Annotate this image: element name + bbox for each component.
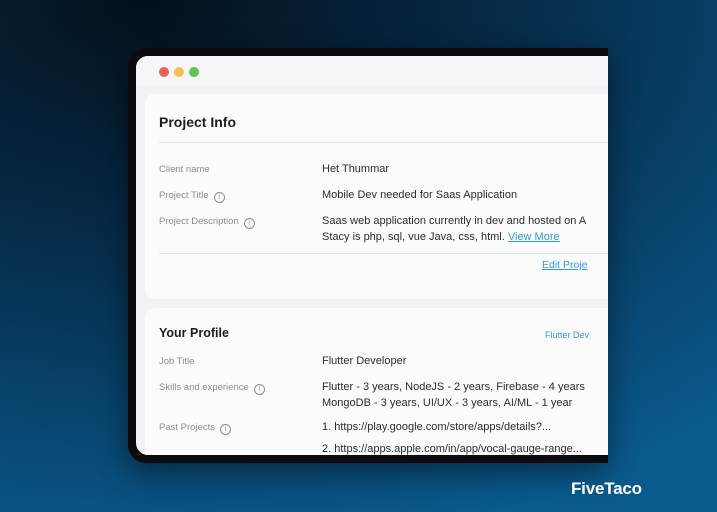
past-project-1[interactable]: 1. https://play.google.com/store/apps/de… (322, 419, 551, 435)
project-title-label: Project Title i (159, 190, 225, 203)
project-info-title: Project Info (159, 114, 237, 130)
info-icon[interactable]: i (243, 218, 255, 229)
window-content: Project Info Client name Het Thummar Pro… (136, 56, 608, 455)
project-info-card: Project Info Client name Het Thummar Pro… (145, 94, 608, 299)
fivetaco-logo: FiveTaco (571, 479, 642, 498)
profile-tag-link[interactable]: Flutter Dev (545, 330, 589, 340)
your-profile-title: Your Profile (159, 326, 229, 340)
info-icon[interactable]: i (213, 192, 225, 203)
info-icon[interactable]: i (219, 424, 231, 435)
skills-label: Skills and experience i (159, 382, 265, 395)
divider (159, 142, 608, 143)
skills-line-2: MongoDB - 3 years, UI/UX - 3 years, AI/M… (322, 397, 573, 409)
project-description-line-1: Saas web application currently in dev an… (322, 215, 587, 227)
divider (159, 253, 608, 254)
past-project-2[interactable]: 2. https://apps.apple.com/in/app/vocal-g… (322, 441, 582, 455)
project-description-line-2: Stacy is php, sql, vue Java, css, html. … (322, 231, 560, 243)
project-description-label: Project Description i (159, 216, 255, 229)
maximize-window-button[interactable] (189, 67, 199, 77)
title-bar (136, 56, 608, 86)
your-profile-card: Your Profile Flutter Dev Job Title Flutt… (145, 308, 608, 455)
client-name-value: Het Thummar (322, 163, 390, 175)
job-title-value: Flutter Developer (322, 355, 407, 367)
view-more-link[interactable]: View More (508, 231, 560, 243)
app-window: Project Info Client name Het Thummar Pro… (128, 48, 608, 463)
job-title-label: Job Title (159, 356, 195, 367)
edit-project-link[interactable]: Edit Proje (542, 259, 588, 271)
client-name-label: Client name (159, 164, 210, 175)
minimize-window-button[interactable] (174, 67, 184, 77)
info-icon[interactable]: i (253, 384, 265, 395)
project-title-value: Mobile Dev needed for Saas Application (322, 189, 518, 201)
past-projects-label: Past Projects i (159, 422, 231, 435)
close-window-button[interactable] (159, 67, 169, 77)
skills-line-1: Flutter - 3 years, NodeJS - 2 years, Fir… (322, 381, 585, 393)
